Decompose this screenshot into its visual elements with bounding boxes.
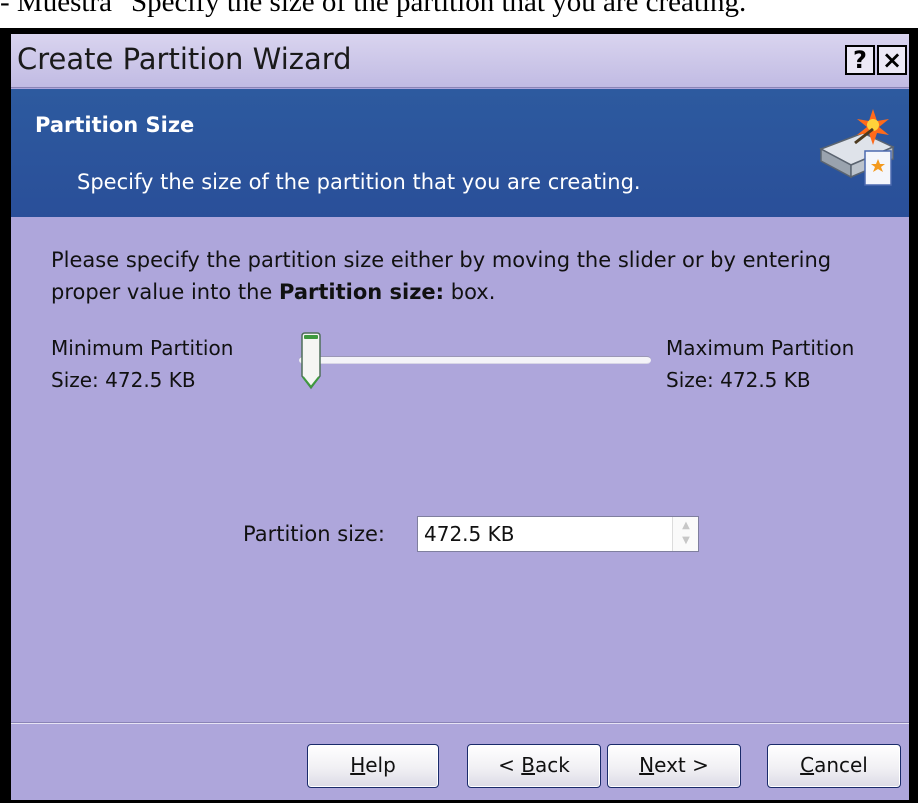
instruction-part2: box. (444, 280, 496, 304)
title-bar[interactable]: Create Partition Wizard ? × (11, 34, 909, 88)
size-slider-track[interactable] (299, 356, 651, 364)
disk-wizard-icon (819, 109, 895, 186)
back-button[interactable]: < Back (467, 744, 601, 788)
page-title: Partition Size (35, 113, 195, 137)
help-accel: H (350, 753, 366, 777)
cancel-button[interactable]: Cancel (767, 744, 901, 788)
min-label-line2: Size: 472.5 KB (51, 368, 196, 392)
cancel-accel: C (800, 753, 815, 777)
minimum-size-label: Minimum Partition Size: 472.5 KB (51, 332, 233, 396)
partition-size-spinner: ▲ ▼ (672, 517, 698, 551)
caption-text: - Muestra "Specify the size of the parti… (0, 0, 759, 18)
partition-size-field: ▲ ▼ (417, 516, 699, 552)
caption-strip: - Muestra "Specify the size of the parti… (0, 0, 918, 30)
dialog-body: Create Partition Wizard ? × Partition Si… (11, 34, 909, 800)
back-accel: B (521, 753, 535, 777)
back-rest: ack (535, 753, 570, 777)
button-separator (11, 722, 909, 724)
spin-down-icon[interactable]: ▼ (677, 534, 695, 548)
back-prefix: < (498, 753, 522, 777)
max-label-line1: Maximum Partition (666, 336, 855, 360)
partition-size-input[interactable] (418, 517, 672, 551)
help-button[interactable]: Help (307, 744, 439, 788)
next-button[interactable]: Next > (607, 744, 741, 788)
next-accel: N (639, 753, 655, 777)
help-titlebar-button[interactable]: ? (845, 45, 875, 75)
size-slider-thumb[interactable] (299, 332, 323, 390)
min-label-line1: Minimum Partition (51, 336, 234, 360)
spin-up-icon[interactable]: ▲ (677, 519, 695, 533)
help-rest: elp (365, 753, 396, 777)
instruction-bold: Partition size: (279, 280, 445, 304)
window-title: Create Partition Wizard (17, 42, 352, 76)
page-subtitle: Specify the size of the partition that y… (77, 170, 641, 194)
instruction-text: Please specify the partition size either… (51, 244, 871, 308)
next-rest: ext > (654, 753, 709, 777)
partition-size-label: Partition size: (243, 522, 385, 546)
maximum-size-label: Maximum Partition Size: 472.5 KB (666, 332, 854, 396)
wizard-dialog: Create Partition Wizard ? × Partition Si… (0, 28, 918, 803)
max-label-line2: Size: 472.5 KB (666, 368, 811, 392)
close-button[interactable]: × (877, 45, 907, 75)
header-band: Partition Size Specify the size of the p… (11, 89, 909, 217)
cancel-rest: ancel (814, 753, 868, 777)
